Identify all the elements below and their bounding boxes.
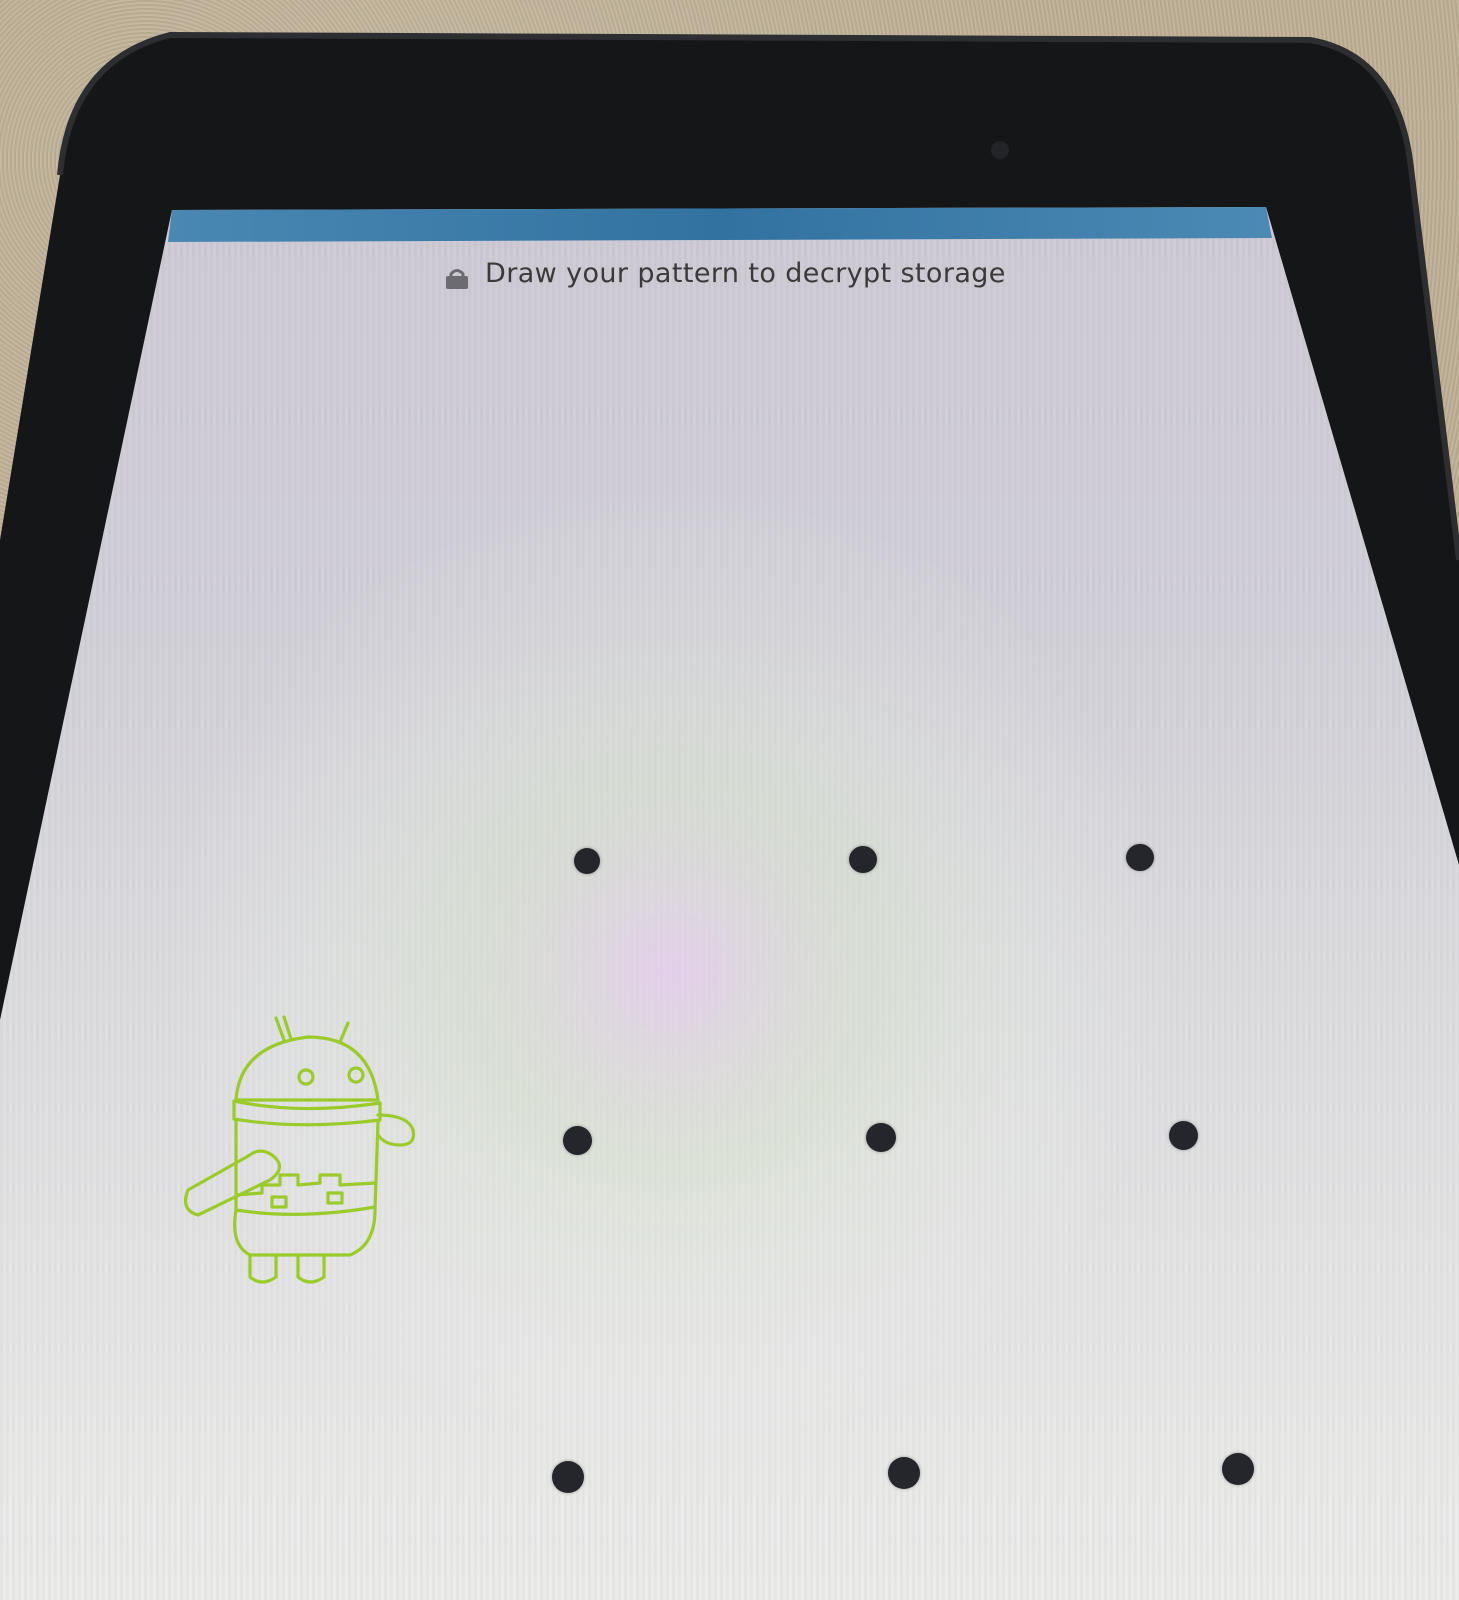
pattern-node-3[interactable] [1126,844,1154,871]
pattern-node-5[interactable] [866,1123,896,1152]
pattern-node-4[interactable] [563,1126,592,1155]
pattern-node-1[interactable] [574,848,600,874]
pattern-node-9[interactable] [1222,1453,1254,1485]
lock-icon [446,269,468,289]
pattern-node-7[interactable] [552,1461,584,1493]
photo-background: Draw your pattern to decrypt storage [0,0,1459,1600]
tablet-frame-and-screen [0,31,1459,1600]
pattern-node-8[interactable] [888,1457,920,1489]
android-mascot-icon [184,1015,416,1284]
pattern-node-6[interactable] [1169,1121,1198,1150]
status-bar [168,207,1272,242]
page-title: Draw your pattern to decrypt storage [485,258,1006,289]
pattern-node-2[interactable] [849,846,877,873]
tablet-device: Draw your pattern to decrypt storage [0,0,1459,1600]
